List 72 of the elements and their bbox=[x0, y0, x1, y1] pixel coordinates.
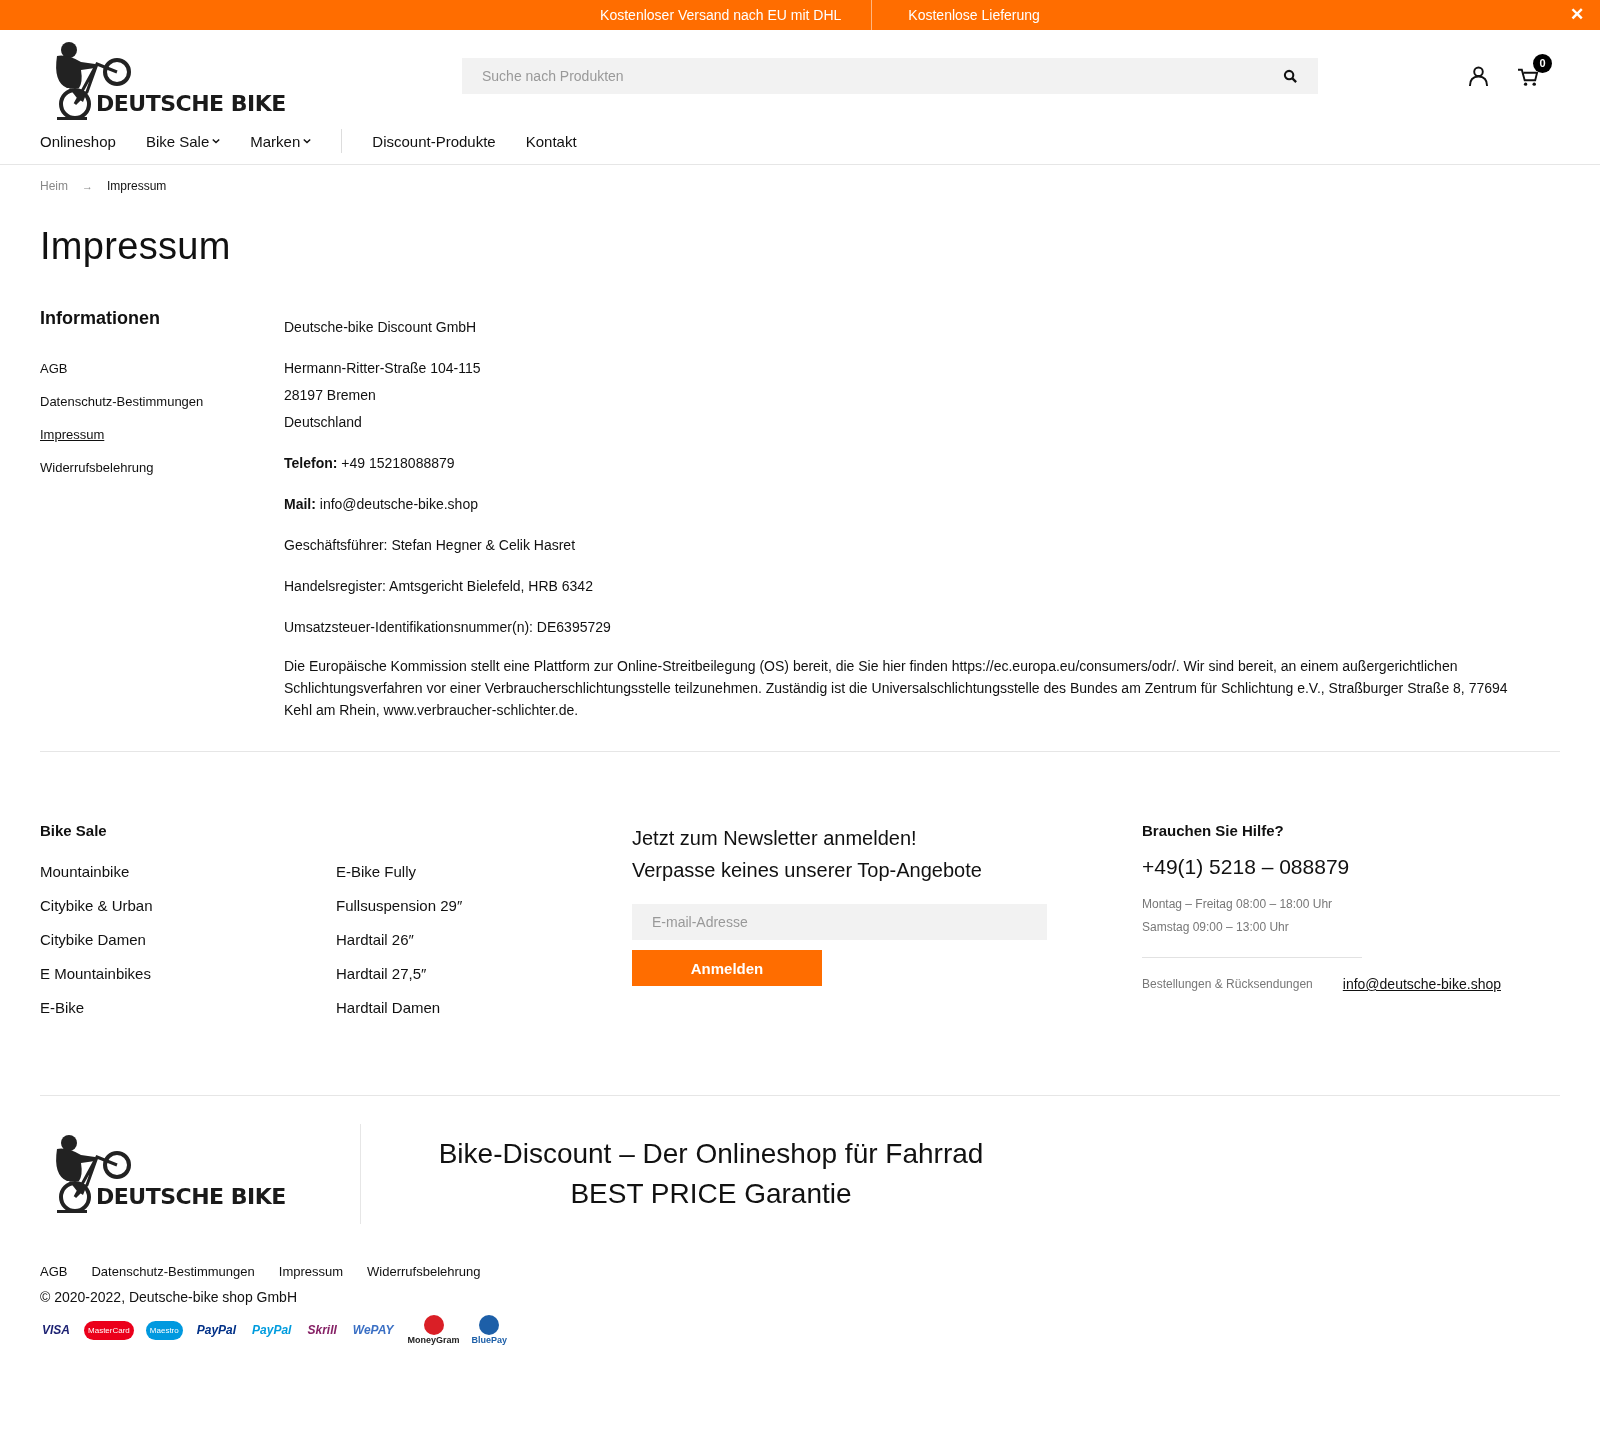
footer-link[interactable]: Datenschutz-Bestimmungen bbox=[91, 1264, 255, 1279]
nav-link[interactable]: Marken bbox=[250, 132, 312, 150]
opening-hours: Samstag 09:00 – 13:00 Uhr bbox=[1142, 919, 1290, 936]
caret-icon bbox=[303, 138, 312, 144]
orders-label: Bestellungen & Rücksendungen bbox=[1142, 977, 1313, 991]
cart-count: 0 bbox=[1533, 53, 1552, 73]
payment-logo: PayPal bbox=[251, 1323, 293, 1337]
payment-logo: Skrill bbox=[306, 1323, 338, 1337]
logo-text: DEUTSCHE BIKE bbox=[96, 91, 286, 116]
arrow-icon: → bbox=[82, 180, 93, 192]
footer-link[interactable]: AGB bbox=[40, 1264, 68, 1279]
announcement-text: Kostenlose Lieferung bbox=[871, 0, 1070, 30]
search-icon[interactable] bbox=[1283, 69, 1298, 84]
sidebar-link[interactable]: Datenschutz-Bestimmungen bbox=[40, 394, 284, 409]
content-text: 28197 Bremen bbox=[284, 386, 377, 405]
nav-link[interactable]: Onlineshop bbox=[40, 132, 116, 150]
breadcrumb-link[interactable]: Impressum bbox=[107, 179, 167, 193]
footer-link[interactable]: Citybike Damen bbox=[40, 923, 336, 957]
content-text: Deutsche-bike Discount GmbH bbox=[284, 318, 478, 337]
phone-number: +49(1) 5218 – 088879 bbox=[1142, 855, 1351, 879]
footer-link[interactable]: Mountainbike bbox=[40, 855, 336, 889]
slogan-text: Bike-Discount – Der Onlineshop für Fahrrad bbox=[437, 1137, 985, 1171]
email-link[interactable]: info@deutsche-bike.shop bbox=[1342, 976, 1501, 992]
footer-link[interactable]: Widerrufsbelehrung bbox=[367, 1264, 481, 1279]
caret-icon bbox=[212, 138, 221, 144]
content-text: Umsatzsteuer-Identifikationsnummer(n): DE6395729 bbox=[284, 618, 612, 637]
payment-logo: Maestro bbox=[145, 1320, 183, 1340]
payment-logo: VISA bbox=[41, 1323, 71, 1337]
copyright-text: © 2020-2022, Deutsche-bike shop GmbH bbox=[39, 1288, 298, 1305]
content-text: Handelsregister: Amtsgericht Bielefeld, HRB 6342 bbox=[284, 577, 594, 596]
content-text: Die Europäische Kommission stellt eine Plattform zur Online-Streitbeilegung (OS) bereit, die Sie hier finden https://ec.europa.eu/consumers/odr/. Wir sind bereit, an einem außergerichtlichen Schlichtungsverfahren vor einer Verbraucherschlichtungsstelle teilzunehmen. Zuständig ist die Universalschlichtungsstelle des Bundes am Zentrum für Schlichtung e.V., Straßburger Straße 8, 77694 Kehl am Rhein, www.verbraucher-schlichter.de. bbox=[284, 657, 1509, 720]
nav-link[interactable]: Bike Sale bbox=[145, 132, 221, 150]
payment-logo: MasterCard bbox=[84, 1320, 134, 1340]
logo-text: DEUTSCHE BIKE bbox=[96, 1184, 286, 1209]
content-text: Hermann-Ritter-Straße 104-115 bbox=[284, 359, 482, 378]
payment-logo: PayPal bbox=[195, 1323, 238, 1337]
nav-link[interactable]: Kontakt bbox=[525, 132, 577, 150]
logo[interactable]: DEUTSCHE BIKE bbox=[46, 40, 296, 122]
search-field[interactable]: Suche nach Produkten bbox=[462, 58, 1318, 94]
email-field[interactable]: E-mail-Adresse bbox=[632, 904, 1047, 940]
footer-link[interactable]: Fullsuspension 29″ bbox=[336, 889, 632, 923]
sidebar-link[interactable]: Impressum bbox=[40, 427, 284, 442]
payment-logo: MoneyGram bbox=[407, 1315, 460, 1345]
footer-link[interactable]: E-Bike bbox=[40, 991, 336, 1025]
footer-link[interactable]: Hardtail 26″ bbox=[336, 923, 632, 957]
breadcrumb-link[interactable]: Heim bbox=[40, 179, 68, 193]
user-icon[interactable] bbox=[1468, 65, 1489, 87]
footer-link[interactable]: Citybike & Urban bbox=[40, 889, 336, 923]
content-text: Geschäftsführer: Stefan Hegner & Celik Hasret bbox=[284, 536, 577, 555]
help-heading: Brauchen Sie Hilfe? bbox=[1142, 822, 1285, 839]
content-text: Mail: info@deutsche-bike.shop bbox=[284, 495, 479, 514]
announcement-text: Kostenloser Versand nach EU mit DHL bbox=[599, 6, 843, 25]
logo[interactable]: DEUTSCHE BIKE bbox=[46, 1133, 296, 1215]
content-text: Deutschland bbox=[284, 413, 363, 432]
newsletter-heading: Jetzt zum Newsletter anmelden! bbox=[632, 826, 918, 851]
footer-link[interactable]: E Mountainbikes bbox=[40, 957, 336, 991]
payment-logo: WePAY bbox=[351, 1323, 395, 1337]
footer-link[interactable]: Impressum bbox=[278, 1264, 344, 1279]
footer-link[interactable]: Hardtail 27,5″ bbox=[336, 957, 632, 991]
nav-link[interactable]: Discount-Produkte bbox=[372, 132, 496, 150]
sidebar-link[interactable]: AGB bbox=[40, 361, 284, 376]
newsletter-heading: Verpasse keines unserer Top-Angebote bbox=[632, 858, 983, 883]
sidebar-heading: Informationen bbox=[40, 308, 161, 329]
footer-link[interactable]: E-Bike Fully bbox=[336, 855, 632, 889]
page-title: Impressum bbox=[40, 225, 232, 268]
slogan-text: BEST PRICE Garantie bbox=[569, 1177, 853, 1211]
content-text: Telefon: +49 15218088879 bbox=[284, 454, 456, 473]
opening-hours: Montag – Freitag 08:00 – 18:00 Uhr bbox=[1142, 896, 1334, 913]
sidebar-link[interactable]: Widerrufsbelehrung bbox=[40, 460, 284, 475]
footer-link[interactable]: Hardtail Damen bbox=[336, 991, 632, 1025]
payment-logo: BluePay bbox=[471, 1315, 508, 1345]
footer-heading: Bike Sale bbox=[40, 822, 108, 839]
